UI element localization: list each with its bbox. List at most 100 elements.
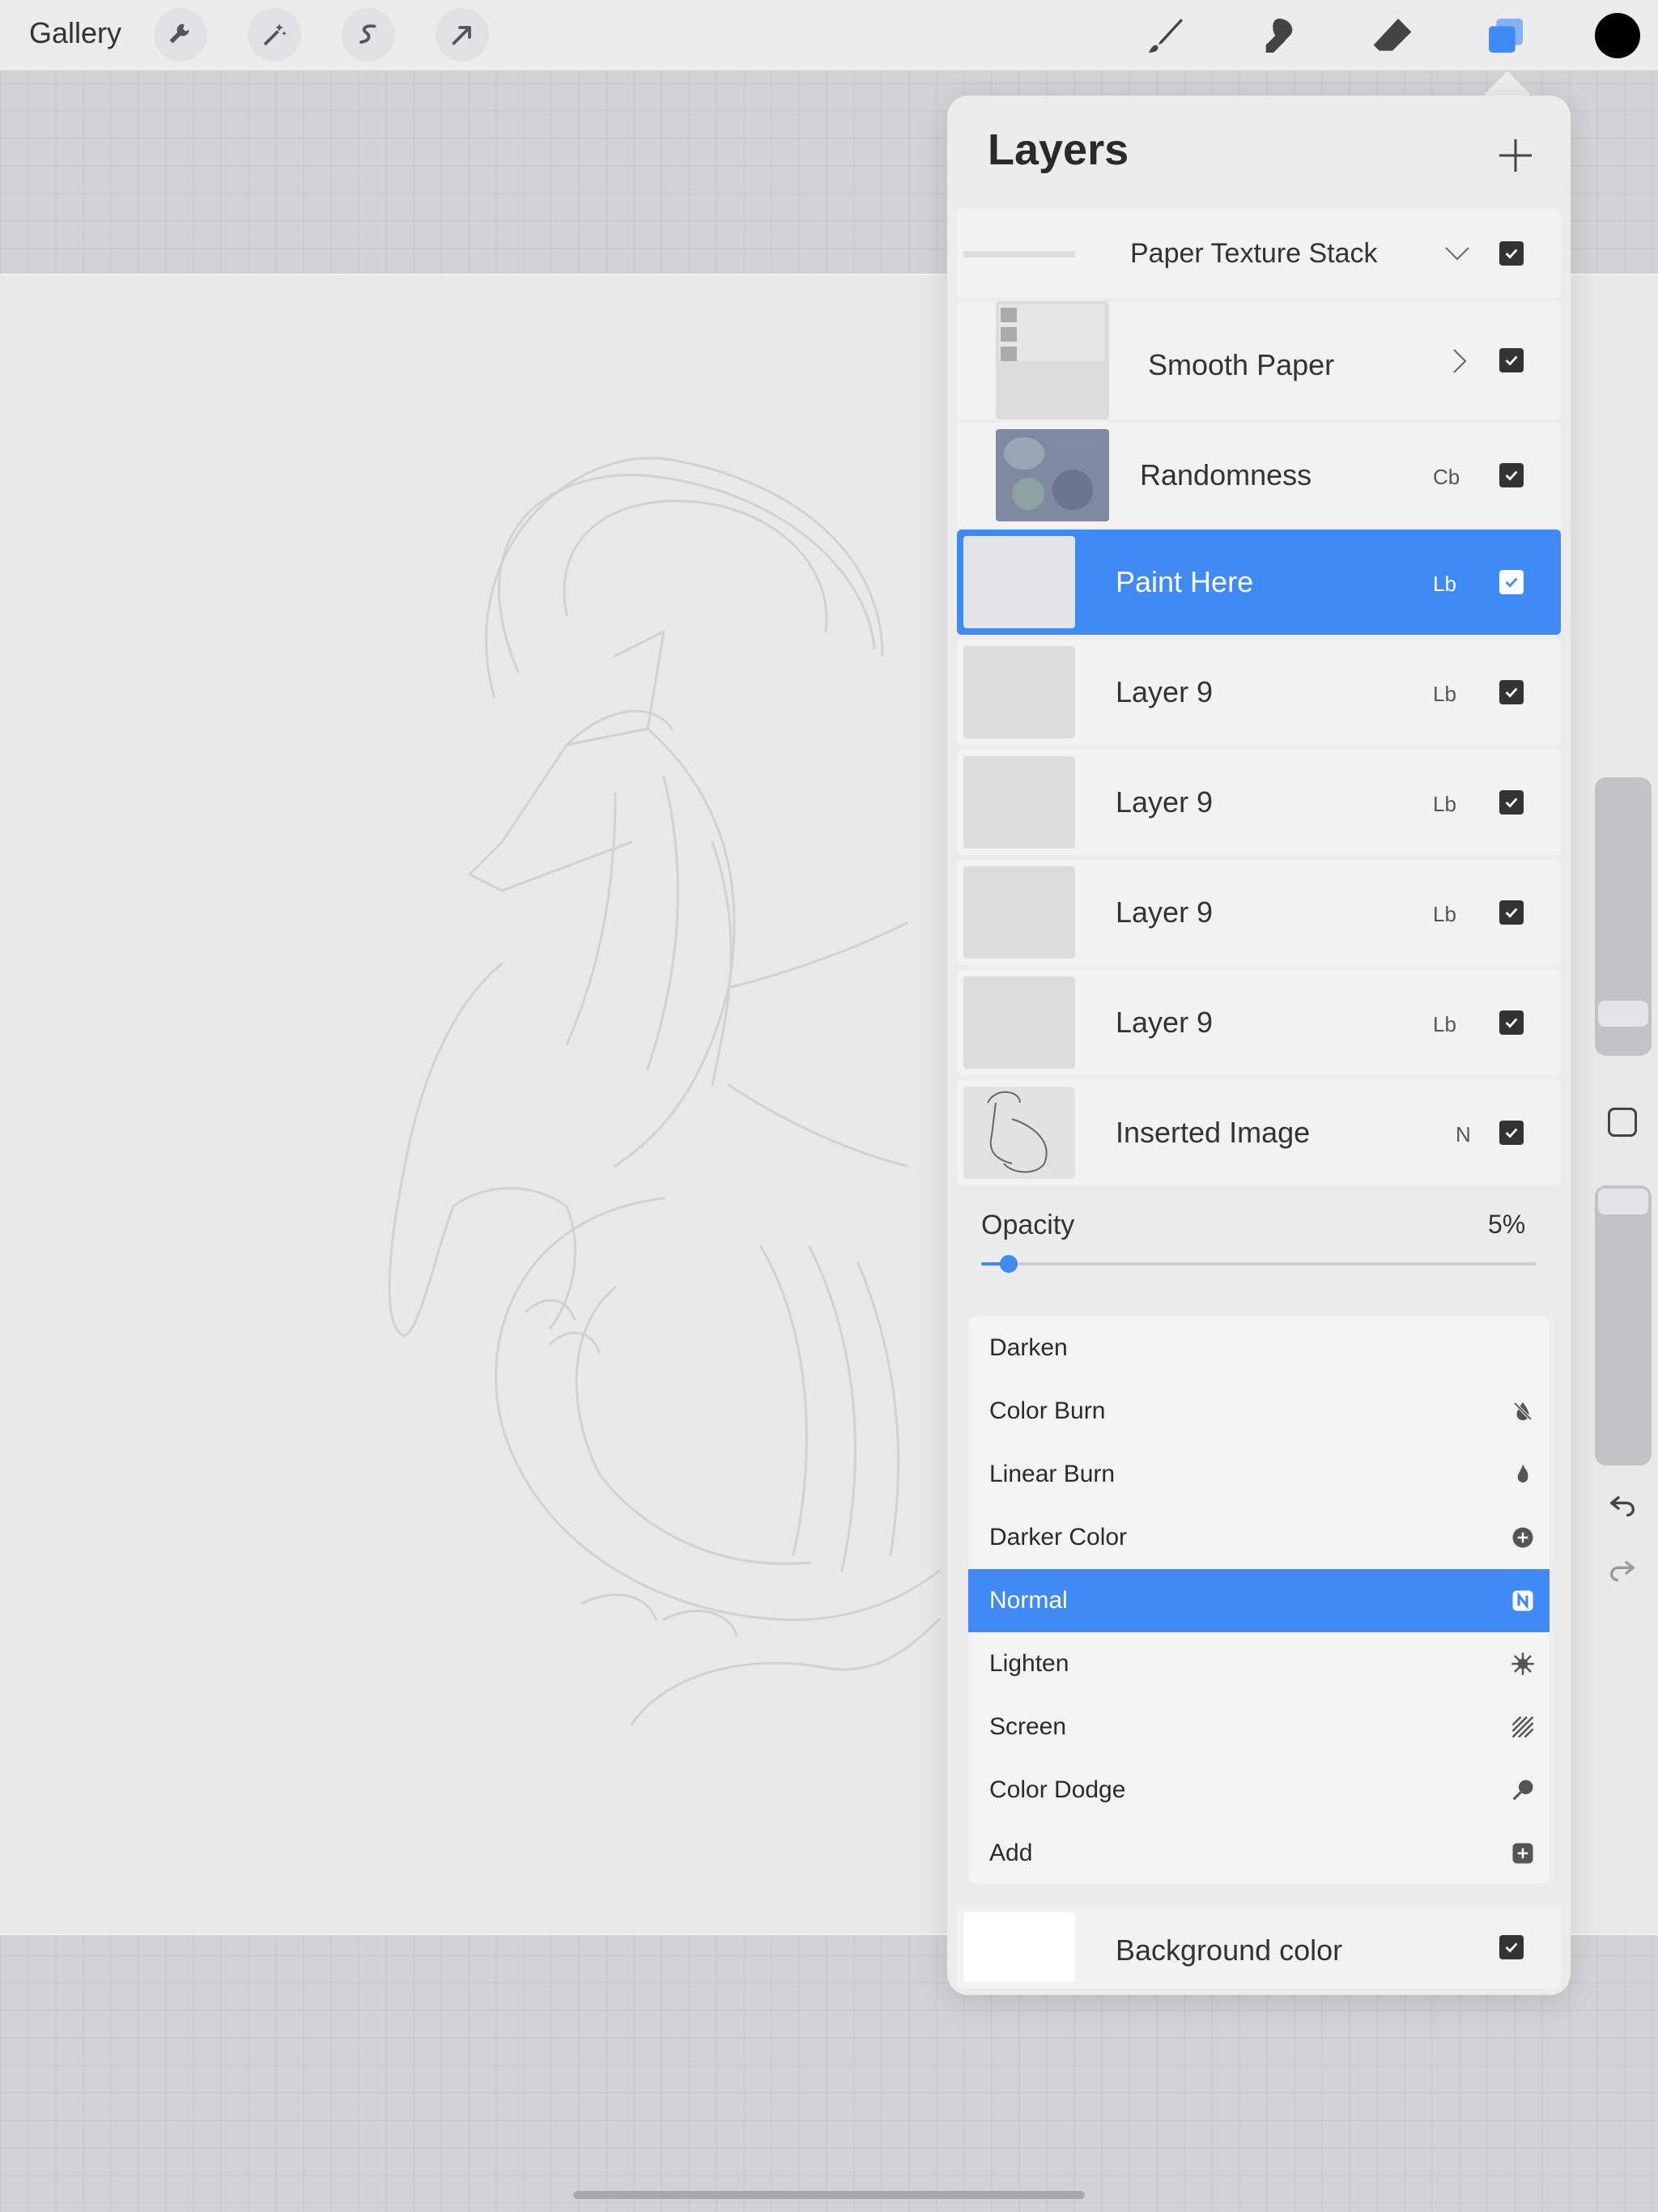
layer-visibility-checkbox[interactable] (1499, 348, 1524, 372)
layer-row-smooth-paper[interactable]: Smooth Paper (957, 301, 1561, 419)
layer-row-background-color[interactable]: Background color (957, 1908, 1561, 1989)
wrench-icon (169, 23, 189, 44)
brush-tool-button[interactable] (1140, 10, 1192, 62)
check-icon (1505, 249, 1518, 259)
check-icon (1505, 798, 1518, 808)
layer-row-paint-here[interactable]: Paint Here Lb (957, 530, 1561, 635)
layer-name: Smooth Paper (1148, 348, 1335, 381)
layer-thumbnail (996, 429, 1109, 521)
actions-button[interactable] (154, 8, 207, 62)
eraser-tool-button[interactable] (1367, 10, 1418, 62)
layer-name: Randomness (1140, 458, 1312, 491)
group-thumbnail (963, 251, 1075, 257)
undo-button[interactable] (1606, 1488, 1639, 1525)
moon-icon (1511, 1336, 1535, 1360)
opacity-slider-knob[interactable] (1000, 1255, 1018, 1273)
add-layer-button[interactable] (1491, 131, 1540, 180)
flame-icon (1511, 1462, 1535, 1487)
layer-visibility-checkbox[interactable] (1499, 900, 1524, 925)
smudge-icon (1265, 19, 1293, 53)
dodge-icon (1511, 1778, 1535, 1802)
layer-visibility-checkbox[interactable] (1499, 463, 1524, 487)
blend-mode-color-dodge[interactable]: Color Dodge (968, 1759, 1550, 1822)
smudge-tool-button[interactable] (1253, 10, 1305, 62)
gallery-button[interactable]: Gallery (29, 16, 121, 50)
selection-s-icon (359, 24, 376, 44)
background-color-label: Background color (1116, 1933, 1343, 1967)
layer-row-randomness[interactable]: Randomness Cb (957, 423, 1561, 528)
layer-name: Layer 9 (1116, 675, 1214, 708)
blend-mode-screen[interactable]: Screen (968, 1695, 1550, 1759)
color-picker-button[interactable] (1595, 13, 1640, 58)
layer-blend-mode[interactable]: Cb (1433, 465, 1460, 490)
layer-blend-mode[interactable]: Lb (1433, 1012, 1456, 1037)
blend-mode-label: Darken (989, 1334, 1068, 1361)
blend-mode-list: Darken Color Burn Linear Burn Darker Col… (968, 1317, 1550, 1883)
drop-slash-icon (1511, 1399, 1535, 1423)
eyedropper-button[interactable] (1608, 1108, 1637, 1137)
eraser-icon (1373, 19, 1412, 51)
layer-blend-mode[interactable]: Lb (1433, 682, 1456, 707)
layer-name: Inserted Image (1116, 1116, 1311, 1149)
brush-opacity-slider[interactable] (1595, 1185, 1652, 1465)
layer-visibility-checkbox[interactable] (1499, 790, 1524, 815)
transform-button[interactable] (436, 8, 489, 62)
chevron-down-icon[interactable] (1443, 241, 1472, 266)
layer-blend-mode[interactable]: Lb (1433, 792, 1456, 817)
layer-visibility-checkbox[interactable] (1499, 570, 1524, 594)
selection-button[interactable] (342, 8, 395, 62)
brush-opacity-knob[interactable] (1598, 1189, 1648, 1214)
blend-mode-darker-color[interactable]: Darker Color (968, 1506, 1550, 1569)
check-icon (1505, 687, 1518, 698)
home-indicator[interactable] (573, 2191, 1085, 2199)
blend-mode-darken[interactable]: Darken (968, 1317, 1550, 1380)
group-visibility-checkbox[interactable] (1499, 241, 1524, 266)
layer-row-layer-9[interactable]: Layer 9 Lb (957, 640, 1561, 745)
sun-burst-icon (1511, 1652, 1535, 1676)
layer-visibility-checkbox[interactable] (1499, 1121, 1524, 1145)
layers-icon (1489, 19, 1523, 53)
layer-thumbnail (963, 976, 1075, 1069)
brush-size-knob[interactable] (1598, 1001, 1648, 1027)
chevron-right-icon[interactable] (1449, 347, 1469, 376)
layer-name: Layer 9 (1116, 1006, 1214, 1039)
redo-button[interactable] (1606, 1553, 1639, 1589)
opacity-slider[interactable] (981, 1255, 1537, 1273)
layer-group-row[interactable]: Paper Texture Stack (957, 209, 1561, 298)
background-visibility-checkbox[interactable] (1499, 1935, 1524, 1959)
check-icon (1505, 1128, 1518, 1138)
blend-mode-normal[interactable]: Normal (968, 1569, 1550, 1632)
blend-mode-lighten[interactable]: Lighten (968, 1632, 1550, 1695)
layer-thumbnail (963, 866, 1075, 959)
blend-mode-label: Screen (989, 1713, 1067, 1740)
redo-icon (1610, 1561, 1635, 1581)
top-toolbar: Gallery (0, 0, 1658, 71)
layer-visibility-checkbox[interactable] (1499, 1010, 1524, 1035)
opacity-label: Opacity (981, 1210, 1075, 1240)
n-badge-icon (1511, 1589, 1535, 1613)
opacity-value: 5% (1488, 1210, 1526, 1239)
layer-blend-mode[interactable]: Lb (1433, 572, 1456, 597)
transform-arrow-icon (452, 26, 471, 45)
check-icon (1505, 470, 1518, 481)
blend-mode-color-burn[interactable]: Color Burn (968, 1380, 1550, 1443)
layer-name: Layer 9 (1116, 785, 1214, 819)
adjustments-button[interactable] (248, 8, 301, 62)
blend-mode-label: Color Burn (989, 1397, 1106, 1424)
layer-row-layer-9[interactable]: Layer 9 Lb (957, 970, 1561, 1075)
check-icon (1505, 355, 1518, 366)
blend-mode-linear-burn[interactable]: Linear Burn (968, 1443, 1550, 1506)
blend-mode-label: Add (989, 1840, 1033, 1866)
layer-row-layer-9[interactable]: Layer 9 Lb (957, 750, 1561, 855)
blend-mode-add[interactable]: Add (968, 1822, 1550, 1883)
background-color-swatch[interactable] (963, 1912, 1075, 1982)
layer-row-inserted-image[interactable]: Inserted Image N (957, 1080, 1561, 1185)
panel-title: Layers (988, 125, 1129, 174)
layer-blend-mode[interactable]: Lb (1433, 902, 1456, 927)
layer-visibility-checkbox[interactable] (1499, 680, 1524, 704)
layer-blend-mode[interactable]: N (1456, 1122, 1471, 1147)
layers-tool-button[interactable] (1480, 10, 1532, 62)
layer-thumbnail (963, 646, 1075, 738)
brush-size-slider[interactable] (1595, 777, 1652, 1056)
layer-row-layer-9[interactable]: Layer 9 Lb (957, 860, 1561, 965)
